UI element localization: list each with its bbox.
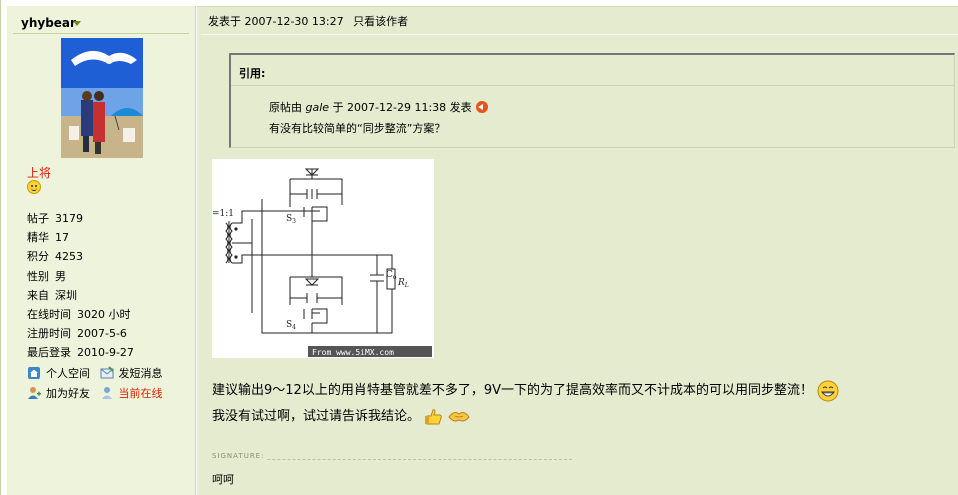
quote-source: 原帖由 gale 于 2007-12-29 11:38 发表 bbox=[269, 99, 488, 115]
divider bbox=[201, 34, 958, 35]
post-header: 发表于 2007-12-30 13:27 只看该作者 bbox=[208, 13, 408, 29]
stat-value: 男 bbox=[55, 269, 66, 283]
author-username[interactable]: yhybear bbox=[21, 16, 76, 30]
post-body: 建议输出9～12以上的用肖特基管就差不多了，9V一下的为了提高效率而又不计成本的… bbox=[212, 378, 839, 430]
stat-label: 性别 bbox=[27, 269, 49, 283]
signature-label: SIGNATURE: bbox=[212, 452, 268, 460]
watermark: From www.5iMX.com bbox=[312, 348, 394, 357]
author-stats: 帖子 3179 精华 17 积分 4253 性别男 来自 深圳 在线时间 3020 小时 … bbox=[27, 209, 134, 363]
post-frame: yhybear 上将 帖子 3179 精华 17 积分 4253 性别 男 来自… bbox=[0, 0, 958, 495]
body-line-2: 我没有试过啊，试过请告诉我结论。 bbox=[212, 404, 839, 430]
home-icon bbox=[28, 367, 40, 379]
quote-title: 引用: bbox=[239, 67, 266, 80]
stat-value: 2010-9-27 bbox=[77, 346, 134, 360]
stat-label: 注册时间 bbox=[27, 327, 71, 341]
only-author-link[interactable]: 只看该作者 bbox=[353, 15, 408, 28]
quote-text: 有没有比较简单的“同步整流”方案？ bbox=[269, 122, 446, 135]
stat-online-time: 在线时间 3020 小时 bbox=[27, 305, 134, 324]
message-icon bbox=[100, 366, 114, 379]
stat-value: 2007-5-6 bbox=[77, 327, 127, 341]
load-label: RL bbox=[397, 278, 409, 289]
stat-value: 深圳 bbox=[55, 288, 77, 302]
profile-actions-row-1: 个人空间 发短消息 bbox=[27, 365, 169, 383]
co-sub: o bbox=[393, 274, 397, 281]
divider bbox=[13, 33, 189, 34]
quote-author[interactable]: gale bbox=[306, 101, 330, 114]
stat-value: 17 bbox=[55, 231, 69, 245]
body-text-1: 建议输出9～12以上的用肖特基管就差不多了，9V一下的为了提高效率而又不计成本的… bbox=[212, 383, 813, 398]
send-message-label: 发短消息 bbox=[118, 367, 163, 380]
quote-block: 引用: 原帖由 gale 于 2007-12-29 11:38 发表 有没有比较… bbox=[229, 53, 955, 148]
back-arrow-icon[interactable] bbox=[475, 101, 488, 113]
stat-value: 4253 bbox=[55, 250, 83, 264]
thumbs-up-icon bbox=[425, 409, 442, 425]
stat-label: 最后登录 bbox=[27, 346, 71, 360]
dropdown-arrow-icon[interactable] bbox=[73, 21, 81, 26]
online-user-icon bbox=[101, 387, 112, 399]
post-content: 发表于 2007-12-30 13:27 只看该作者 引用: 原帖由 gale … bbox=[197, 6, 958, 495]
quote-suffix: 于 2007-12-29 11:38 发表 bbox=[332, 101, 472, 114]
ratio-label: =1:1 bbox=[212, 209, 234, 219]
stat-value: 3179 bbox=[55, 212, 83, 225]
online-status: 当前在线 bbox=[100, 385, 163, 401]
avatar[interactable] bbox=[61, 38, 143, 158]
personal-space-link[interactable]: 个人空间 bbox=[27, 365, 90, 381]
s4-sub: 4 bbox=[292, 324, 296, 331]
body-text-2: 我没有试过啊，试过请告诉我结论。 bbox=[212, 409, 421, 424]
rl-sub: L bbox=[404, 282, 409, 289]
online-status-label: 当前在线 bbox=[118, 387, 163, 400]
switch-s3-label: S3 bbox=[286, 214, 296, 225]
stat-credits: 积分 4253 bbox=[27, 247, 134, 266]
stat-label: 精华 bbox=[27, 231, 49, 245]
smile-icon bbox=[27, 180, 41, 194]
stat-label: 帖子 bbox=[27, 212, 49, 225]
stat-location: 来自 深圳 bbox=[27, 286, 134, 305]
switch-s4-label: S4 bbox=[286, 320, 296, 331]
author-profile: yhybear 上将 帖子 3179 精华 17 积分 4253 性别 男 来自… bbox=[7, 6, 196, 495]
add-friend-link[interactable]: 加为好友 bbox=[27, 385, 90, 401]
stat-gender: 性别男 bbox=[27, 267, 134, 286]
stat-digest: 精华 17 bbox=[27, 228, 134, 247]
stat-last-login: 最后登录 2010-9-27 bbox=[27, 343, 134, 362]
stat-register-date: 注册时间 2007-5-6 bbox=[27, 324, 134, 343]
stat-label: 积分 bbox=[27, 250, 49, 264]
quote-prefix: 原帖由 bbox=[269, 101, 302, 114]
profile-actions-row-2: 加为好友 当前在线 bbox=[27, 385, 169, 403]
signature-text: 呵呵 bbox=[212, 473, 234, 486]
stat-label: 来自 bbox=[27, 288, 49, 302]
personal-space-label: 个人空间 bbox=[46, 367, 90, 380]
handshake-icon bbox=[448, 412, 470, 422]
add-friend-icon bbox=[28, 387, 41, 399]
divider bbox=[231, 85, 954, 86]
stat-posts: 帖子 3179 bbox=[27, 209, 134, 228]
body-line-1: 建议输出9～12以上的用肖特基管就差不多了，9V一下的为了提高效率而又不计成本的… bbox=[212, 378, 839, 404]
author-rank: 上将 bbox=[27, 166, 52, 180]
send-message-link[interactable]: 发短消息 bbox=[100, 365, 163, 381]
stat-label: 在线时间 bbox=[27, 308, 71, 322]
circuit-diagram-image[interactable]: =1:1 S3 S4 Co RL From www.5iMX.com bbox=[212, 159, 434, 358]
grin-emoji-icon bbox=[817, 380, 839, 402]
s3-sub: 3 bbox=[292, 218, 296, 225]
post-timestamp: 发表于 2007-12-30 13:27 bbox=[208, 15, 344, 28]
add-friend-label: 加为好友 bbox=[46, 387, 90, 400]
stat-value: 3020 小时 bbox=[77, 308, 131, 322]
